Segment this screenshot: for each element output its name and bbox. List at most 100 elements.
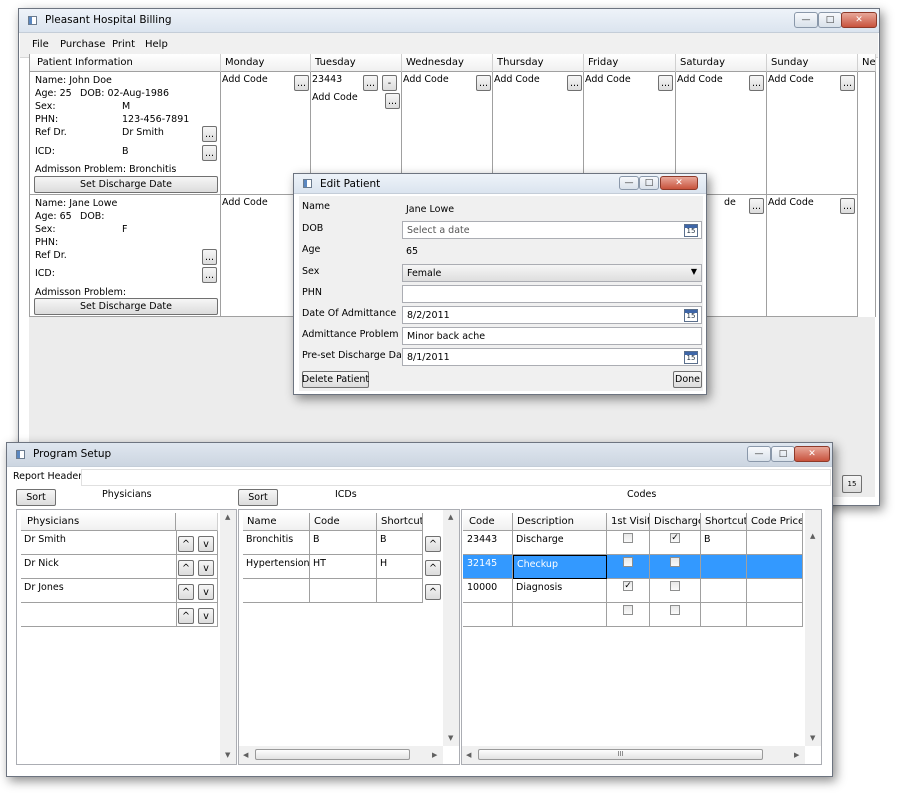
add-code-monday[interactable]: Add Code [222, 197, 268, 208]
menu-file[interactable]: File [32, 39, 49, 50]
move-up-button[interactable]: ^ [178, 608, 194, 624]
discharge-cell[interactable] [650, 603, 701, 627]
add-code-tuesday[interactable]: Add Code [312, 92, 358, 103]
move-up-button[interactable]: ^ [178, 584, 194, 600]
move-down-button[interactable]: v [198, 608, 214, 624]
move-up-button[interactable]: ^ [178, 536, 194, 552]
icd-picker-button[interactable]: ... [202, 267, 217, 283]
first-visit-cell[interactable] [607, 603, 650, 627]
close-button[interactable]: ✕ [841, 12, 877, 28]
minimize-button[interactable]: — [747, 446, 771, 462]
price-cell[interactable] [747, 579, 803, 603]
description-cell[interactable]: Discharge [513, 531, 607, 555]
discharge-date-picker[interactable]: 8/1/2011 15 [402, 348, 702, 366]
add-code-thursday[interactable]: Add Code [494, 74, 540, 85]
monday-code-button[interactable]: ... [294, 75, 309, 91]
close-button[interactable]: ✕ [660, 176, 698, 190]
move-up-button[interactable]: ^ [425, 584, 441, 600]
scroll-down-arrow[interactable]: ▼ [810, 734, 815, 742]
add-code-wednesday[interactable]: Add Code [403, 74, 449, 85]
dob-date-picker[interactable]: Select a date 15 [402, 221, 702, 239]
friday-code-button[interactable]: ... [658, 75, 673, 91]
icd-code-cell[interactable] [310, 579, 377, 603]
discharge-cell[interactable] [650, 555, 701, 579]
add-code-saturday[interactable]: Add Code [677, 74, 723, 85]
add-code-friday[interactable]: Add Code [585, 74, 631, 85]
maximize-button[interactable]: □ [771, 446, 795, 462]
icd-name-cell[interactable]: Hypertension [243, 555, 310, 579]
description-cell[interactable] [513, 603, 607, 627]
horizontal-scrollbar[interactable]: ◀ ▶ [239, 746, 443, 764]
scroll-right-arrow[interactable]: ▶ [794, 751, 799, 759]
price-cell[interactable] [747, 531, 803, 555]
scroll-up-arrow[interactable]: ▲ [810, 532, 815, 540]
icd-shortcut-cell[interactable] [377, 579, 423, 603]
price-cell[interactable] [747, 603, 803, 627]
vertical-scrollbar[interactable]: ▲ ▼ [220, 510, 236, 764]
saturday-code-button[interactable]: ... [749, 75, 764, 91]
add-code-monday[interactable]: Add Code [222, 74, 268, 85]
vertical-scrollbar[interactable]: ▲ ▼ [443, 510, 459, 746]
shortcut-cell[interactable] [701, 579, 747, 603]
code-cell[interactable]: 10000 [463, 579, 513, 603]
minimize-button[interactable]: — [794, 12, 818, 28]
move-up-button[interactable]: ^ [425, 536, 441, 552]
move-down-button[interactable]: v [198, 536, 214, 552]
menu-print[interactable]: Print [112, 39, 135, 50]
calendar-icon[interactable]: 15 [684, 309, 698, 322]
scroll-up-arrow[interactable]: ▲ [448, 513, 453, 521]
horizontal-scrollbar[interactable]: ◀ III ▶ [462, 746, 805, 764]
remove-code-button[interactable]: - [382, 75, 397, 91]
icd-picker-button[interactable]: ... [202, 145, 217, 161]
first-visit-cell[interactable]: ✓ [607, 579, 650, 603]
phn-input[interactable] [402, 285, 702, 303]
icd-code-cell[interactable]: HT [310, 555, 377, 579]
discharge-cell[interactable]: ✓ [650, 531, 701, 555]
maximize-button[interactable]: □ [818, 12, 842, 28]
discharge-checkbox[interactable] [670, 557, 680, 567]
description-cell[interactable]: Diagnosis [513, 579, 607, 603]
report-header-input[interactable] [81, 469, 831, 486]
description-cell[interactable]: Checkup [513, 555, 607, 579]
vertical-scrollbar[interactable]: ▲ ▼ [805, 510, 821, 746]
move-down-button[interactable]: v [198, 584, 214, 600]
saturday-code-button[interactable]: ... [749, 198, 764, 214]
tuesday-add-code-button[interactable]: ... [385, 93, 400, 109]
discharge-checkbox[interactable] [670, 581, 680, 591]
scroll-down-arrow[interactable]: ▼ [225, 751, 230, 759]
add-code-sunday[interactable]: Add Code [768, 197, 814, 208]
icd-name-cell[interactable]: Bronchitis [243, 531, 310, 555]
add-code-sunday[interactable]: Add Code [768, 74, 814, 85]
scroll-right-arrow[interactable]: ▶ [432, 751, 437, 759]
discharge-cell[interactable] [650, 579, 701, 603]
first-visit-checkbox[interactable]: ✓ [623, 581, 633, 591]
scroll-thumb[interactable]: III [478, 749, 763, 760]
set-discharge-date-button[interactable]: Set Discharge Date [34, 176, 218, 193]
scroll-down-arrow[interactable]: ▼ [448, 734, 453, 742]
code-cell[interactable]: 32145 [463, 555, 513, 579]
menu-purchase[interactable]: Purchase [60, 39, 105, 50]
first-visit-checkbox[interactable] [623, 533, 633, 543]
add-code-saturday[interactable]: de [724, 197, 736, 208]
sort-physicians-button[interactable]: Sort [16, 489, 56, 506]
icd-code-cell[interactable]: B [310, 531, 377, 555]
scroll-left-arrow[interactable]: ◀ [243, 751, 248, 759]
code-cell[interactable] [463, 603, 513, 627]
icd-shortcut-cell[interactable]: B [377, 531, 423, 555]
delete-patient-button[interactable]: Delete Patient [302, 371, 369, 388]
first-visit-cell[interactable] [607, 555, 650, 579]
done-button[interactable]: Done [673, 371, 702, 388]
move-up-button[interactable]: ^ [178, 560, 194, 576]
icd-name-cell[interactable] [243, 579, 310, 603]
first-visit-checkbox[interactable] [623, 557, 633, 567]
calendar-icon[interactable]: 15 [684, 224, 698, 237]
scroll-up-arrow[interactable]: ▲ [225, 513, 230, 521]
sort-icds-button[interactable]: Sort [238, 489, 278, 506]
calendar-icon[interactable]: 15 [842, 475, 862, 493]
code-cell[interactable]: 23443 [463, 531, 513, 555]
sunday-code-button[interactable]: ... [840, 198, 855, 214]
thursday-code-button[interactable]: ... [567, 75, 582, 91]
calendar-icon[interactable]: 15 [684, 351, 698, 364]
minimize-button[interactable]: — [619, 176, 639, 190]
menu-help[interactable]: Help [145, 39, 168, 50]
